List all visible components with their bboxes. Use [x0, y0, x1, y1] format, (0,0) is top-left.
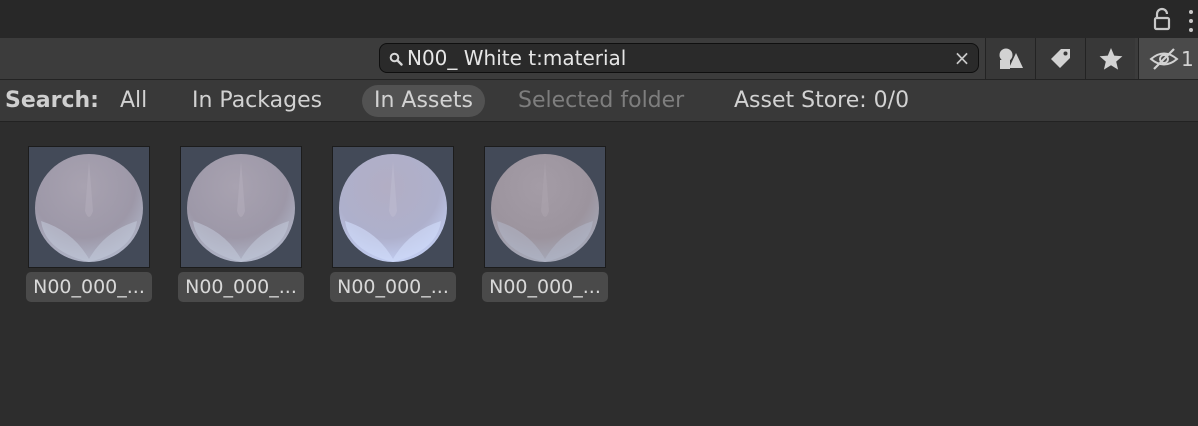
asset-name: N00_000_... — [26, 272, 152, 302]
material-thumbnail — [332, 146, 454, 268]
search-field[interactable]: N00_ White t:material × — [379, 43, 979, 73]
asset-name: N00_000_... — [178, 272, 304, 302]
asset-name: N00_000_... — [482, 272, 608, 302]
scope-in-assets[interactable]: In Assets — [362, 85, 486, 117]
scope-selected-folder: Selected folder — [518, 88, 685, 113]
hidden-packages-toggle[interactable]: 1 — [1138, 38, 1198, 79]
asset-grid: N00_000_... N00_000_... N00_000_... N00_… — [0, 122, 1198, 426]
project-toolbar: N00_ White t:material × 1 — [0, 38, 1198, 80]
lock-button[interactable] — [1151, 6, 1173, 32]
material-thumbnail — [180, 146, 302, 268]
search-scope-bar: Search: All In Packages In Assets Select… — [0, 80, 1198, 122]
search-icon — [389, 52, 403, 66]
kebab-menu-icon — [1189, 10, 1193, 14]
material-preview-sphere — [491, 154, 599, 262]
material-thumbnail — [28, 146, 150, 268]
hidden-packages-icon — [1149, 47, 1179, 70]
material-preview-sphere — [187, 154, 295, 262]
material-preview-sphere — [339, 154, 447, 262]
search-by-label-icon — [1050, 48, 1070, 68]
hidden-packages-count: 1 — [1181, 46, 1194, 71]
search-by-label-button[interactable] — [1035, 38, 1085, 79]
window-topbar — [0, 0, 1198, 38]
scope-all[interactable]: All — [120, 85, 147, 117]
search-input[interactable]: N00_ White t:material — [407, 47, 626, 69]
scope-in-packages[interactable]: In Packages — [192, 85, 322, 117]
favorites-button[interactable] — [1085, 38, 1135, 79]
more-options-button[interactable] — [1184, 8, 1198, 32]
search-scope-label: Search: — [5, 88, 99, 113]
favorite-star-icon — [1099, 47, 1122, 70]
asset-name: N00_000_... — [330, 272, 456, 302]
material-thumbnail — [484, 146, 606, 268]
lock-icon — [1153, 7, 1171, 31]
scope-asset-store[interactable]: Asset Store: 0/0 — [734, 85, 909, 117]
search-by-type-button[interactable] — [985, 38, 1035, 79]
material-preview-sphere — [35, 154, 143, 262]
clear-search-button[interactable]: × — [952, 48, 972, 68]
search-by-type-icon — [999, 48, 1023, 69]
